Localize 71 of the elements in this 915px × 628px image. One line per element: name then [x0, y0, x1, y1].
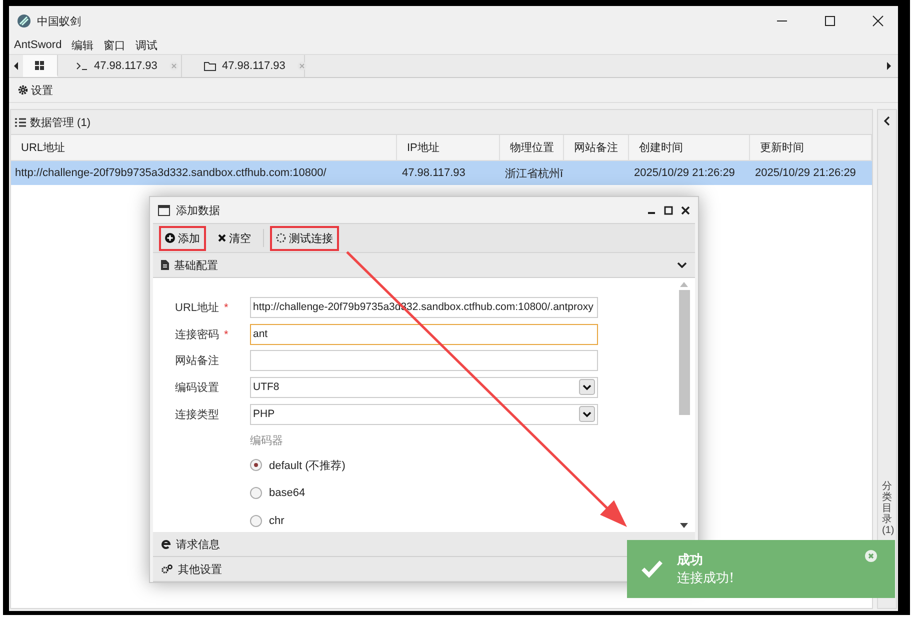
e-letter-icon — [161, 539, 171, 549]
field-label: 连接密码 * — [175, 328, 230, 342]
field-label: 连接类型 — [175, 408, 220, 422]
tab[interactable]: 47.98.117.93 — [182, 55, 305, 77]
column-header[interactable]: 物理位置 — [500, 135, 564, 160]
close-icon[interactable] — [872, 15, 884, 27]
dropdown-icon — [579, 406, 595, 422]
gear-icon — [18, 85, 28, 95]
scroll-down-icon[interactable] — [680, 523, 688, 528]
app-logo-icon — [17, 14, 31, 28]
radio-icon[interactable] — [250, 459, 262, 472]
collapse-left-icon[interactable] — [884, 116, 890, 126]
table-cell-text: 浙江省杭州ī — [505, 166, 564, 180]
column-header[interactable]: IP地址 — [397, 135, 500, 160]
spinner-icon — [276, 233, 286, 243]
required-mark: * — [224, 328, 228, 340]
column-header[interactable]: URL地址 — [11, 135, 397, 160]
document-icon — [161, 260, 169, 270]
radio-option[interactable]: default (不推荐) — [250, 458, 678, 472]
table-row[interactable]: http://challenge-20f79b9735a3d332.sandbox.ctfhub.com:10800/ 47.98.117.93 浙江省杭州ī 2025/10/29 21:26:29 2025/10/29 21:26:29 — [11, 161, 872, 185]
list-icon — [15, 118, 26, 126]
tab[interactable] — [23, 55, 58, 77]
column-header[interactable]: 创建时间 — [629, 135, 750, 160]
grid-icon — [35, 60, 45, 70]
clear-button[interactable]: 清空 — [212, 226, 257, 250]
scroll-left-icon[interactable] — [13, 62, 19, 70]
settings-button[interactable]: 设置 — [15, 80, 56, 100]
maximize-icon[interactable] — [824, 15, 836, 27]
radio-option[interactable]: base64 — [250, 486, 678, 500]
maximize-icon[interactable] — [664, 206, 673, 214]
chevron-icon — [677, 262, 687, 268]
terminal-icon — [76, 62, 88, 70]
close-icon[interactable] — [681, 206, 690, 214]
panel-title: 数据管理 (1) — [30, 116, 90, 130]
field-label: 网站备注 — [175, 354, 220, 368]
radio-icon[interactable] — [250, 515, 262, 528]
menu-item[interactable]: 调试 — [136, 38, 158, 52]
check-icon — [641, 560, 663, 578]
folder-icon — [204, 61, 216, 71]
scroll-right-icon[interactable] — [886, 62, 892, 70]
dialog-title: 添加数据 — [176, 204, 220, 218]
x-icon — [218, 234, 226, 242]
tab[interactable]: 47.98.117.93 — [58, 55, 182, 77]
add-button[interactable]: 添加 — [159, 226, 206, 250]
radio-icon[interactable] — [250, 487, 262, 500]
menu-item[interactable]: AntSword — [14, 39, 62, 51]
window-icon — [158, 204, 170, 216]
window-title: 中国蚁剑 — [37, 14, 81, 28]
field-label: URL地址 * — [175, 300, 230, 315]
required-mark: * — [224, 302, 228, 314]
table-cell: 2025/10/29 21:26:29 — [634, 167, 735, 179]
table-cell: http://challenge-20f79b9735a3d332.sandbox.ctfhub.com:10800/ — [15, 167, 326, 179]
plus-circle-icon — [165, 233, 175, 243]
dropdown-icon — [579, 379, 595, 396]
sidebar-title[interactable]: 分类目录 (1) — [882, 481, 892, 536]
menu-item[interactable]: 编辑 — [72, 38, 94, 52]
input-field[interactable] — [250, 350, 598, 372]
table-cell: 2025/10/29 21:26:29 — [755, 167, 856, 179]
field-label: 编码设置 — [175, 380, 220, 395]
dropdown-field[interactable]: UTF8 — [250, 376, 598, 398]
menu-item[interactable]: 窗口 — [104, 38, 126, 52]
test-connection-button[interactable]: 测试连接 — [270, 226, 339, 250]
gears-icon — [161, 564, 173, 574]
column-header[interactable]: 网站备注 — [564, 135, 629, 160]
column-header[interactable]: 更新时间 — [750, 135, 872, 160]
radio-option[interactable]: chr — [250, 514, 678, 528]
input-field[interactable]: ant — [250, 324, 598, 344]
table-cell: 47.98.117.93 — [402, 167, 466, 179]
section-header[interactable]: 基础配置 — [153, 253, 695, 278]
dropdown-field[interactable]: PHP — [250, 404, 598, 425]
encoder-label: 编码器 — [250, 434, 284, 448]
